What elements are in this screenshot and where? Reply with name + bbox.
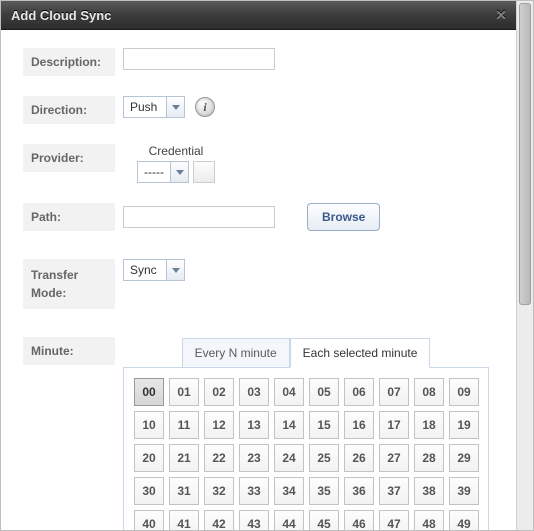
- minute-cell-28[interactable]: 28: [414, 444, 444, 472]
- minute-cell-07[interactable]: 07: [379, 378, 409, 406]
- minute-cell-22[interactable]: 22: [204, 444, 234, 472]
- minute-grid: 00010203040506070809 10111213141516171819…: [134, 378, 478, 530]
- tab-every-n-minute[interactable]: Every N minute: [182, 338, 290, 368]
- label-description: Description:: [23, 48, 115, 76]
- label-direction: Direction:: [23, 96, 115, 124]
- credential-dropdown-button[interactable]: [171, 161, 189, 183]
- label-minute: Minute:: [23, 337, 115, 365]
- minute-cell-45[interactable]: 45: [309, 510, 339, 530]
- minute-cell-08[interactable]: 08: [414, 378, 444, 406]
- minute-cell-19[interactable]: 19: [449, 411, 479, 439]
- minute-cell-12[interactable]: 12: [204, 411, 234, 439]
- minute-cell-38[interactable]: 38: [414, 477, 444, 505]
- chevron-down-icon: [176, 170, 184, 175]
- minute-cell-44[interactable]: 44: [274, 510, 304, 530]
- minute-cell-31[interactable]: 31: [169, 477, 199, 505]
- minute-cell-00[interactable]: 00: [134, 378, 164, 406]
- row-transfer-mode: Transfer Mode: Sync: [23, 259, 495, 309]
- minute-cell-48[interactable]: 48: [414, 510, 444, 530]
- minute-cell-16[interactable]: 16: [344, 411, 374, 439]
- row-direction: Direction: Push i: [23, 96, 495, 124]
- label-path: Path:: [23, 203, 115, 231]
- minute-cell-10[interactable]: 10: [134, 411, 164, 439]
- chevron-down-icon: [172, 105, 180, 110]
- minute-cell-49[interactable]: 49: [449, 510, 479, 530]
- credential-extra-button[interactable]: [193, 161, 215, 183]
- minute-cell-35[interactable]: 35: [309, 477, 339, 505]
- minute-cell-30[interactable]: 30: [134, 477, 164, 505]
- info-icon[interactable]: i: [195, 97, 215, 117]
- credential-select[interactable]: -----: [137, 161, 189, 183]
- direction-value: Push: [130, 100, 157, 114]
- tab-each-selected-minute[interactable]: Each selected minute: [290, 338, 431, 368]
- form-body: Description: Direction: Push i Provider:: [1, 30, 517, 530]
- minute-cell-14[interactable]: 14: [274, 411, 304, 439]
- minute-tab-body: 00010203040506070809 10111213141516171819…: [123, 367, 489, 530]
- description-input[interactable]: [123, 48, 275, 70]
- minute-cell-01[interactable]: 01: [169, 378, 199, 406]
- minute-cell-05[interactable]: 05: [309, 378, 339, 406]
- minute-cell-39[interactable]: 39: [449, 477, 479, 505]
- dialog-window: Add Cloud Sync ✕ Description: Direction:…: [0, 0, 534, 531]
- minute-cell-13[interactable]: 13: [239, 411, 269, 439]
- label-transfer-mode: Transfer Mode:: [23, 259, 115, 309]
- direction-dropdown-button[interactable]: [167, 96, 185, 118]
- row-path: Path: Browse: [23, 203, 495, 231]
- browse-button[interactable]: Browse: [307, 203, 380, 231]
- minute-cell-32[interactable]: 32: [204, 477, 234, 505]
- dialog-content: Add Cloud Sync ✕ Description: Direction:…: [1, 1, 517, 530]
- minute-cell-46[interactable]: 46: [344, 510, 374, 530]
- minute-cell-03[interactable]: 03: [239, 378, 269, 406]
- minute-cell-40[interactable]: 40: [134, 510, 164, 530]
- minute-cell-24[interactable]: 24: [274, 444, 304, 472]
- vertical-scrollbar[interactable]: [516, 1, 533, 530]
- minute-cell-29[interactable]: 29: [449, 444, 479, 472]
- minute-cell-17[interactable]: 17: [379, 411, 409, 439]
- minute-cell-33[interactable]: 33: [239, 477, 269, 505]
- close-icon[interactable]: ✕: [495, 7, 507, 24]
- title-bar: Add Cloud Sync ✕: [1, 1, 517, 30]
- credential-label: Credential: [149, 144, 204, 158]
- direction-select[interactable]: Push: [123, 96, 185, 118]
- scrollbar-thumb[interactable]: [519, 3, 531, 305]
- minute-cell-36[interactable]: 36: [344, 477, 374, 505]
- minute-cell-09[interactable]: 09: [449, 378, 479, 406]
- minute-cell-34[interactable]: 34: [274, 477, 304, 505]
- minute-cell-06[interactable]: 06: [344, 378, 374, 406]
- minute-cell-18[interactable]: 18: [414, 411, 444, 439]
- row-description: Description:: [23, 48, 495, 76]
- minute-cell-25[interactable]: 25: [309, 444, 339, 472]
- minute-cell-47[interactable]: 47: [379, 510, 409, 530]
- minute-cell-11[interactable]: 11: [169, 411, 199, 439]
- minute-cell-23[interactable]: 23: [239, 444, 269, 472]
- chevron-down-icon: [172, 268, 180, 273]
- path-input[interactable]: [123, 206, 275, 228]
- transfer-mode-value: Sync: [130, 263, 157, 277]
- credential-value: -----: [144, 165, 164, 179]
- minute-cell-27[interactable]: 27: [379, 444, 409, 472]
- minute-cell-02[interactable]: 02: [204, 378, 234, 406]
- minute-cell-43[interactable]: 43: [239, 510, 269, 530]
- minute-cell-04[interactable]: 04: [274, 378, 304, 406]
- minute-tabs: Every N minute Each selected minute: [182, 338, 431, 368]
- label-provider: Provider:: [23, 144, 115, 172]
- transfer-mode-select[interactable]: Sync: [123, 259, 185, 281]
- minute-cell-15[interactable]: 15: [309, 411, 339, 439]
- minute-cell-37[interactable]: 37: [379, 477, 409, 505]
- row-minute: Minute: Every N minute Each selected min…: [23, 337, 495, 530]
- minute-cell-42[interactable]: 42: [204, 510, 234, 530]
- dialog-title: Add Cloud Sync: [11, 8, 111, 23]
- minute-cell-20[interactable]: 20: [134, 444, 164, 472]
- minute-cell-41[interactable]: 41: [169, 510, 199, 530]
- transfer-mode-dropdown-button[interactable]: [167, 259, 185, 281]
- minute-cell-21[interactable]: 21: [169, 444, 199, 472]
- row-provider: Provider: Credential -----: [23, 144, 495, 183]
- minute-cell-26[interactable]: 26: [344, 444, 374, 472]
